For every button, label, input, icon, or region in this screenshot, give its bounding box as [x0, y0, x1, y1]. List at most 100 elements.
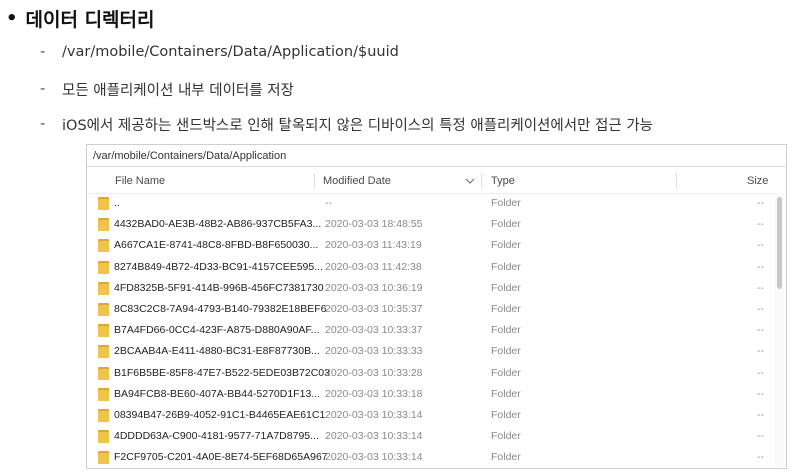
file-name: 4FD8325B-5F91-414B-996B-456FC7381730 [114, 281, 324, 294]
file-list: .. -- Folder -- 4432BAD0-AE3B-48B2-AB86-937C… [87, 193, 775, 468]
modified-date: -- [325, 197, 332, 209]
folder-icon [98, 366, 109, 380]
file-name: A667CA1E-8741-48C8-8FBD-B8F650030... [114, 239, 319, 252]
file-name: F2CF9705-C201-4A0E-8E74-5EF68D65A967 [114, 451, 328, 464]
file-size: -- [757, 324, 764, 337]
file-name: BA94FCB8-BE60-407A-BB44-5270D1F13... [114, 387, 321, 400]
column-divider[interactable] [314, 173, 315, 189]
file-size: -- [757, 260, 764, 273]
chevron-down-icon[interactable] [465, 177, 475, 185]
sub-bullet: - iOS에서 제공하는 샌드박스로 인해 탈옥되지 않은 디바이스의 특정 애… [40, 113, 653, 135]
file-size: -- [757, 197, 764, 209]
modified-date: 2020-03-03 10:35:37 [325, 302, 423, 315]
file-type: Folder [491, 239, 521, 252]
folder-icon [98, 387, 109, 401]
path-bar[interactable]: /var/mobile/Containers/Data/Application [87, 145, 786, 167]
vertical-scrollbar[interactable] [775, 193, 785, 468]
column-header-row: File Name Modified Date Type Size [87, 169, 786, 194]
dash-icon: - [40, 81, 46, 97]
modified-date: 2020-03-03 18:48:55 [325, 218, 423, 231]
folder-icon [98, 302, 109, 316]
file-name: 8274B849-4B72-4D33-BC91-4157CEE595... [114, 260, 323, 273]
folder-icon [98, 345, 109, 359]
file-type: Folder [491, 324, 521, 337]
file-size: -- [757, 387, 764, 400]
table-row[interactable]: F2CF9705-C201-4A0E-8E74-5EF68D65A967 2020… [87, 447, 775, 468]
table-row[interactable]: B1F6B5BE-85F8-47E7-B522-5EDE03B72C03 2020… [87, 363, 775, 384]
modified-date: 2020-03-03 10:33:18 [325, 387, 423, 400]
dash-icon: - [40, 116, 46, 132]
table-row[interactable]: 4432BAD0-AE3B-48B2-AB86-937CB5FA3... 2020… [87, 214, 775, 235]
folder-icon [98, 324, 109, 338]
modified-date: 2020-03-03 10:33:14 [325, 451, 423, 464]
scrollbar-thumb[interactable] [777, 197, 782, 289]
table-row[interactable]: 08394B47-26B9-4052-91C1-B4465EAE61C1 2020… [87, 405, 775, 426]
file-size: -- [757, 281, 764, 294]
folder-icon [98, 239, 109, 253]
folder-icon [98, 218, 109, 232]
table-row[interactable]: 2BCAAB4A-E411-4880-BC31-E8F87730B... 2020… [87, 341, 775, 362]
modified-date: 2020-03-03 10:33:14 [325, 430, 423, 443]
sub-bullet: - 모든 애플리케이션 내부 데이터를 저장 [40, 78, 294, 100]
file-size: -- [757, 366, 764, 379]
bullet-dot-icon: • [6, 7, 18, 29]
table-row[interactable]: 4FD8325B-5F91-414B-996B-456FC7381730 2020… [87, 278, 775, 299]
modified-date: 2020-03-03 10:33:33 [325, 345, 423, 358]
dash-icon: - [40, 44, 46, 60]
slide-heading: 데이터 디렉터리 [25, 8, 155, 31]
table-row[interactable]: B7A4FD66-0CC4-423F-A875-D880A90AF... 2020… [87, 320, 775, 341]
file-type: Folder [491, 302, 521, 315]
sub-bullet-text: /var/mobile/Containers/Data/Application/… [62, 44, 399, 60]
modified-date: 2020-03-03 10:36:19 [325, 281, 423, 294]
slide-heading-bullet: • 데이터 디렉터리 [6, 4, 155, 32]
column-header-size[interactable]: Size [747, 169, 768, 193]
table-row[interactable]: 4DDDD63A-C900-4181-9577-71A7D8795... 2020… [87, 426, 775, 447]
modified-date: 2020-03-03 11:43:19 [325, 239, 422, 252]
table-row[interactable]: A667CA1E-8741-48C8-8FBD-B8F650030... 2020… [87, 235, 775, 256]
file-name: 2BCAAB4A-E411-4880-BC31-E8F87730B... [114, 345, 320, 358]
folder-icon [98, 430, 109, 444]
file-type: Folder [491, 366, 521, 379]
file-size: -- [757, 218, 764, 231]
file-size: -- [757, 430, 764, 443]
folder-icon [98, 451, 109, 465]
column-divider[interactable] [676, 173, 677, 189]
file-name: B1F6B5BE-85F8-47E7-B522-5EDE03B72C03 [114, 366, 330, 379]
file-name: 4DDDD63A-C900-4181-9577-71A7D8795... [114, 430, 319, 443]
path-text: /var/mobile/Containers/Data/Application [93, 149, 287, 162]
slide: • 데이터 디렉터리 - /var/mobile/Containers/Data… [0, 0, 790, 472]
folder-icon [98, 197, 109, 210]
folder-icon [98, 260, 109, 274]
file-name: B7A4FD66-0CC4-423F-A875-D880A90AF... [114, 324, 320, 337]
modified-date: 2020-03-03 10:33:14 [325, 408, 423, 421]
file-type: Folder [491, 260, 521, 273]
sub-bullet-text: 모든 애플리케이션 내부 데이터를 저장 [62, 82, 294, 99]
file-size: -- [757, 302, 764, 315]
file-size: -- [757, 345, 764, 358]
column-divider[interactable] [481, 173, 482, 189]
table-row[interactable]: .. -- Folder -- [87, 193, 775, 214]
modified-date: 2020-03-03 11:42:38 [325, 260, 422, 273]
file-size: -- [757, 239, 764, 252]
file-type: Folder [491, 345, 521, 358]
file-size: -- [757, 408, 764, 421]
file-type: Folder [491, 218, 521, 231]
folder-icon [98, 281, 109, 295]
file-type: Folder [491, 451, 521, 464]
sub-bullet-text: iOS에서 제공하는 샌드박스로 인해 탈옥되지 않은 디바이스의 특정 애플리… [62, 117, 653, 134]
file-size: -- [757, 451, 764, 464]
modified-date: 2020-03-03 10:33:28 [325, 366, 423, 379]
column-header-modified[interactable]: Modified Date [323, 169, 391, 193]
folder-icon [98, 408, 109, 422]
file-type: Folder [491, 387, 521, 400]
column-header-name[interactable]: File Name [115, 169, 165, 193]
file-name: 08394B47-26B9-4052-91C1-B4465EAE61C1 [114, 408, 326, 421]
table-row[interactable]: 8C83C2C8-7A94-4793-B140-79382E18BEF6 2020… [87, 299, 775, 320]
file-name: 4432BAD0-AE3B-48B2-AB86-937CB5FA3... [114, 218, 322, 231]
table-row[interactable]: BA94FCB8-BE60-407A-BB44-5270D1F13... 2020… [87, 384, 775, 405]
column-header-type[interactable]: Type [491, 169, 515, 193]
file-type: Folder [491, 430, 521, 443]
table-row[interactable]: 8274B849-4B72-4D33-BC91-4157CEE595... 202… [87, 257, 775, 278]
file-name: 8C83C2C8-7A94-4793-B140-79382E18BEF6 [114, 302, 327, 315]
sub-bullet: - /var/mobile/Containers/Data/Applicatio… [40, 41, 399, 63]
